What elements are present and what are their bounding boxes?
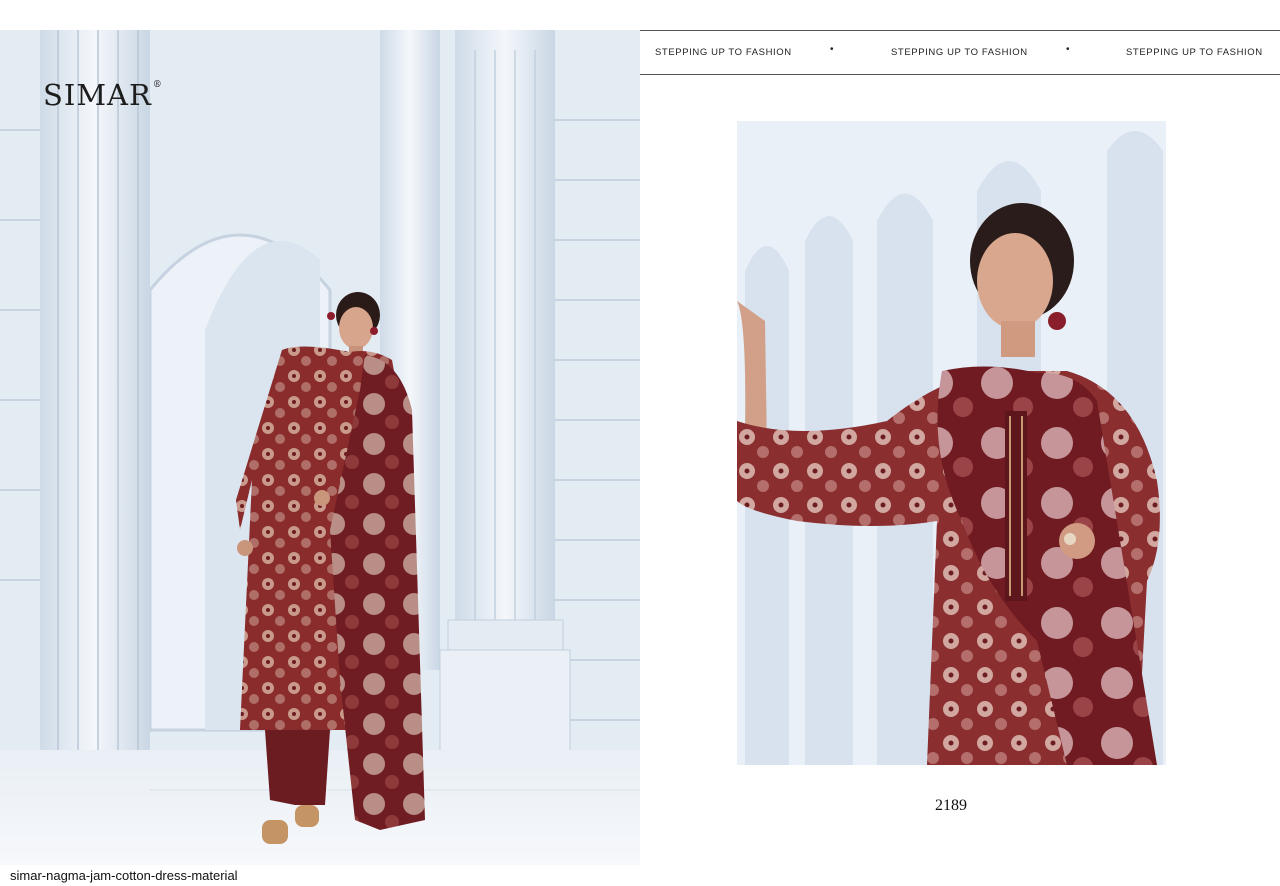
banner-bullet: • (1066, 44, 1070, 55)
banner-bottom-rule (640, 74, 1280, 75)
banner-tagline: STEPPING UP TO FASHION (655, 47, 792, 58)
banner-tagline: STEPPING UP TO FASHION (1126, 47, 1263, 58)
right-photo-illustration (737, 121, 1166, 765)
banner-bullet: • (830, 44, 834, 55)
brand-logo: SIMAR® (43, 78, 163, 112)
design-number: 2189 (935, 797, 967, 814)
banner-tagline: STEPPING UP TO FASHION (891, 47, 1028, 58)
left-product-photo: SIMAR® (0, 30, 640, 865)
right-product-photo (737, 121, 1166, 765)
banner-top-rule (640, 30, 1280, 31)
left-photo-illustration (0, 30, 640, 865)
file-caption: simar-nagma-jam-cotton-dress-material (10, 868, 238, 883)
